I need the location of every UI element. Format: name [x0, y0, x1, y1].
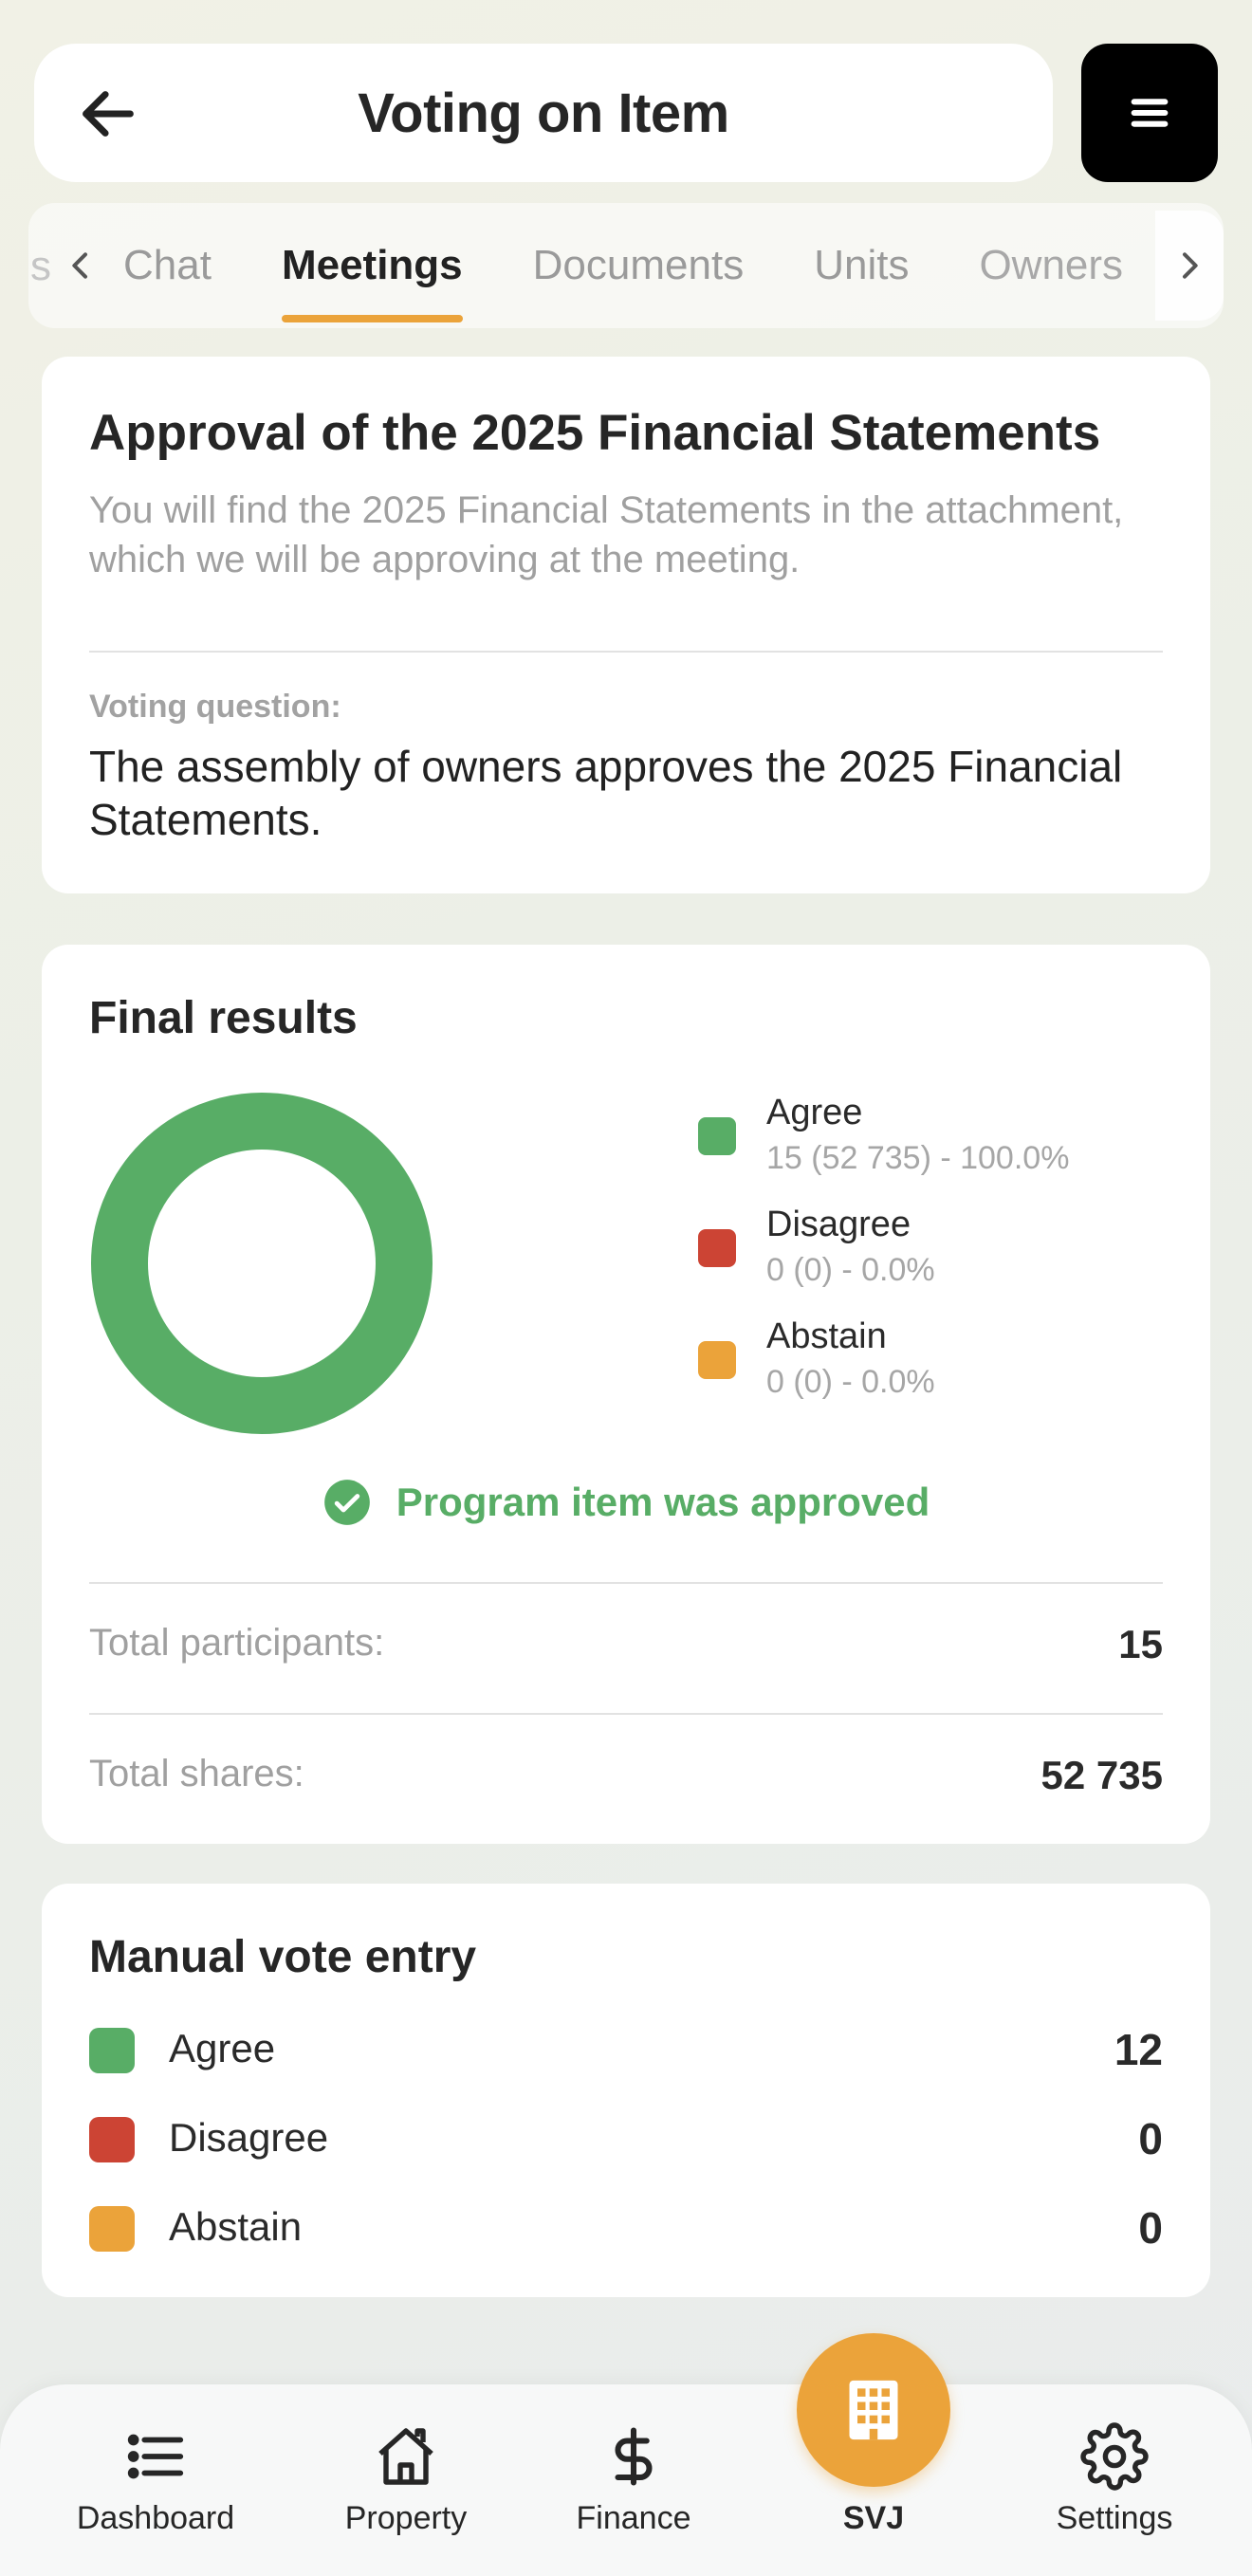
stat-label: Total shares:	[89, 1753, 304, 1794]
home-icon	[378, 2428, 433, 2485]
nav-settings[interactable]: Settings	[1010, 2419, 1219, 2551]
voting-question: The assembly of owners approves the 2025…	[89, 742, 1123, 844]
stat-total-participants: Total participants: 15	[89, 1609, 1163, 1675]
stat-total-shares: Total shares: 52 735	[89, 1739, 1163, 1806]
tabs-scroll-right[interactable]	[1155, 211, 1224, 321]
legend-item-disagree: Disagree 0 (0) - 0.0%	[698, 1205, 1153, 1299]
divider	[89, 651, 1163, 653]
chevron-left-icon	[72, 252, 87, 279]
gear-icon	[1080, 2422, 1149, 2491]
nav-dashboard[interactable]: Dashboard	[51, 2419, 260, 2551]
hamburger-icon	[1131, 99, 1169, 127]
item-description: You will find the 2025 Financial Stateme…	[89, 489, 1124, 580]
legend-item-agree: Agree 15 (52 735) - 100.0%	[698, 1093, 1153, 1187]
chevron-right-icon	[1183, 252, 1198, 279]
legend-value: 15 (52 735) - 100.0%	[766, 1140, 1070, 1176]
voting-question-label: Voting question:	[89, 689, 341, 725]
manual-row-disagree[interactable]: Disagree 0	[89, 2109, 1163, 2166]
legend-name: Agree	[766, 1093, 863, 1132]
stat-label: Total participants:	[89, 1622, 385, 1664]
tabs-track: Chat Meetings Documents Units Owners	[123, 203, 1193, 328]
tabs-bar: s Chat Meetings Documents Units Owners	[28, 203, 1224, 328]
nav-finance[interactable]: Finance	[529, 2419, 738, 2551]
nav-label: Settings	[1056, 2500, 1173, 2536]
legend-swatch-abstain	[698, 1341, 736, 1379]
manual-name: Agree	[169, 2026, 276, 2070]
list-icon	[127, 2434, 184, 2479]
divider	[89, 1582, 1163, 1584]
manual-count: 12	[1114, 2025, 1163, 2074]
legend-swatch-agree	[698, 1117, 736, 1155]
final-results-card: Final results Agree 15 (52 735) - 100.0%…	[42, 945, 1210, 1844]
nav-property[interactable]: Property	[302, 2419, 510, 2551]
legend-value: 0 (0) - 0.0%	[766, 1252, 935, 1288]
legend-value: 0 (0) - 0.0%	[766, 1364, 935, 1400]
manual-vote-card: Manual vote entry Agree 12 Disagree 0 Ab…	[42, 1884, 1210, 2297]
tab-documents[interactable]: Documents	[533, 203, 745, 328]
tab-units[interactable]: Units	[814, 203, 909, 328]
divider	[89, 1713, 1163, 1715]
building-icon	[849, 2380, 898, 2440]
menu-button[interactable]	[1081, 44, 1218, 182]
nav-label: SVJ	[842, 2500, 905, 2536]
donut-slice-agree	[91, 1093, 433, 1434]
approval-status: Program item was approved	[42, 1478, 1210, 1527]
legend-item-abstain: Abstain 0 (0) - 0.0%	[698, 1316, 1153, 1411]
manual-row-abstain[interactable]: Abstain 0	[89, 2199, 1163, 2255]
legend-swatch-disagree	[698, 1229, 736, 1267]
manual-swatch-agree	[89, 2028, 135, 2073]
header-bar: Voting on Item	[34, 44, 1053, 182]
back-button[interactable]	[72, 78, 144, 150]
svj-fab-button[interactable]	[797, 2333, 950, 2487]
manual-swatch-abstain	[89, 2206, 135, 2252]
tab-partial-left: s	[30, 243, 51, 289]
manual-title: Manual vote entry	[89, 1932, 477, 1982]
manual-name: Disagree	[169, 2115, 329, 2160]
tab-owners[interactable]: Owners	[979, 203, 1123, 328]
results-title: Final results	[89, 993, 358, 1043]
manual-swatch-disagree	[89, 2117, 135, 2162]
approval-status-text: Program item was approved	[396, 1480, 930, 1524]
arrow-left-icon	[83, 91, 134, 137]
tab-meetings[interactable]: Meetings	[281, 203, 463, 328]
tabs-scroll-left[interactable]	[57, 211, 104, 321]
dollar-icon	[615, 2427, 653, 2486]
results-donut-chart	[91, 1093, 433, 1434]
nav-label: Finance	[576, 2500, 691, 2536]
manual-count: 0	[1138, 2114, 1163, 2163]
page-title: Voting on Item	[358, 82, 729, 144]
item-title: Approval of the 2025 Financial Statement…	[89, 405, 1101, 461]
nav-label: Dashboard	[76, 2500, 235, 2536]
manual-count: 0	[1138, 2203, 1163, 2253]
check-circle-icon	[323, 1480, 370, 1525]
legend-name: Disagree	[766, 1205, 911, 1244]
item-info-card: Approval of the 2025 Financial Statement…	[42, 357, 1210, 893]
stat-value: 52 735	[1040, 1753, 1163, 1797]
manual-name: Abstain	[169, 2204, 303, 2249]
stat-value: 15	[1118, 1622, 1163, 1666]
legend-name: Abstain	[766, 1316, 887, 1356]
tab-chat[interactable]: Chat	[123, 203, 212, 328]
bottom-nav: Dashboard Property Finance SVJ Settings	[0, 2384, 1252, 2576]
nav-label: Property	[344, 2500, 468, 2536]
manual-row-agree[interactable]: Agree 12	[89, 2020, 1163, 2077]
